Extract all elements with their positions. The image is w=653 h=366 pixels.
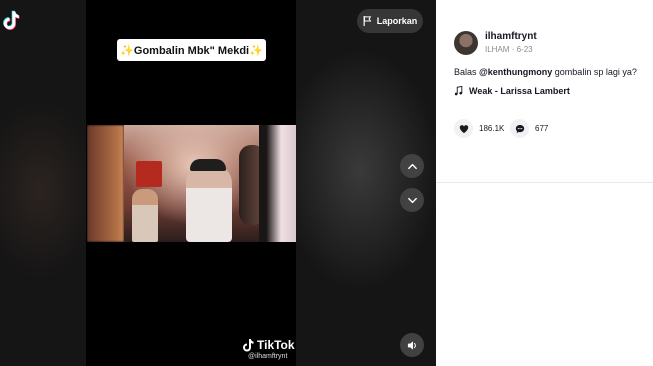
music-link[interactable]: Weak - Larissa Lambert bbox=[454, 86, 570, 96]
like-button[interactable] bbox=[454, 119, 473, 138]
volume-button[interactable] bbox=[400, 333, 424, 357]
frame-red-sign bbox=[136, 161, 162, 187]
like-stat[interactable]: 186.1K bbox=[454, 119, 504, 138]
chevron-down-icon bbox=[407, 197, 417, 203]
like-count: 186.1K bbox=[479, 124, 505, 133]
comment-icon bbox=[515, 124, 524, 133]
author-username[interactable]: ilhamftrynt bbox=[485, 31, 537, 42]
tiktok-icon[interactable] bbox=[2, 10, 20, 30]
video-description: Balas @kenthungmony gombalin sp lagi ya? bbox=[454, 67, 637, 77]
comment-stat[interactable]: 677 bbox=[510, 119, 548, 138]
frame-background-person bbox=[132, 189, 158, 242]
frame-cashier bbox=[186, 165, 232, 242]
video-caption: ✨Gombalin Mbk" Mekdi✨ bbox=[117, 39, 266, 61]
divider bbox=[436, 182, 653, 183]
next-video-button[interactable] bbox=[400, 188, 424, 212]
avatar[interactable] bbox=[454, 31, 478, 55]
tiktok-watermark: TikTok bbox=[242, 338, 295, 352]
post-date: 6-23 bbox=[516, 45, 533, 54]
details-panel: ilhamftrynt ILHAM · 6-23 Balas @kenthung… bbox=[436, 0, 653, 366]
video-frame bbox=[87, 125, 296, 242]
previous-video-button[interactable] bbox=[400, 154, 424, 178]
tiktok-icon bbox=[243, 339, 254, 352]
video-stage: ✨Gombalin Mbk" Mekdi✨ Laporkan TikTok @i… bbox=[0, 0, 436, 366]
report-label: Laporkan bbox=[376, 16, 418, 26]
watermark-username: @ilhamftrynt bbox=[248, 353, 288, 360]
music-note-icon bbox=[454, 86, 463, 96]
speaker-icon bbox=[407, 340, 416, 350]
frame-left-blur bbox=[87, 125, 124, 242]
mention-link[interactable]: @kenthungmony bbox=[479, 67, 552, 77]
description-suffix: gombalin sp lagi ya? bbox=[552, 67, 637, 77]
chevron-up-icon bbox=[407, 163, 417, 169]
music-title: Weak - Larissa Lambert bbox=[469, 86, 570, 96]
heart-icon bbox=[459, 124, 468, 133]
watermark-brand: TikTok bbox=[257, 338, 295, 352]
report-button[interactable]: Laporkan bbox=[357, 9, 423, 33]
author-meta: ILHAM · 6-23 bbox=[485, 45, 533, 54]
author-display-name: ILHAM bbox=[485, 45, 510, 54]
frame-right-blur bbox=[259, 125, 296, 242]
comment-button[interactable] bbox=[510, 119, 529, 138]
flag-icon bbox=[363, 16, 372, 26]
description-prefix: Balas bbox=[454, 67, 480, 77]
frame-cap bbox=[190, 159, 226, 171]
comment-count: 677 bbox=[535, 124, 549, 133]
